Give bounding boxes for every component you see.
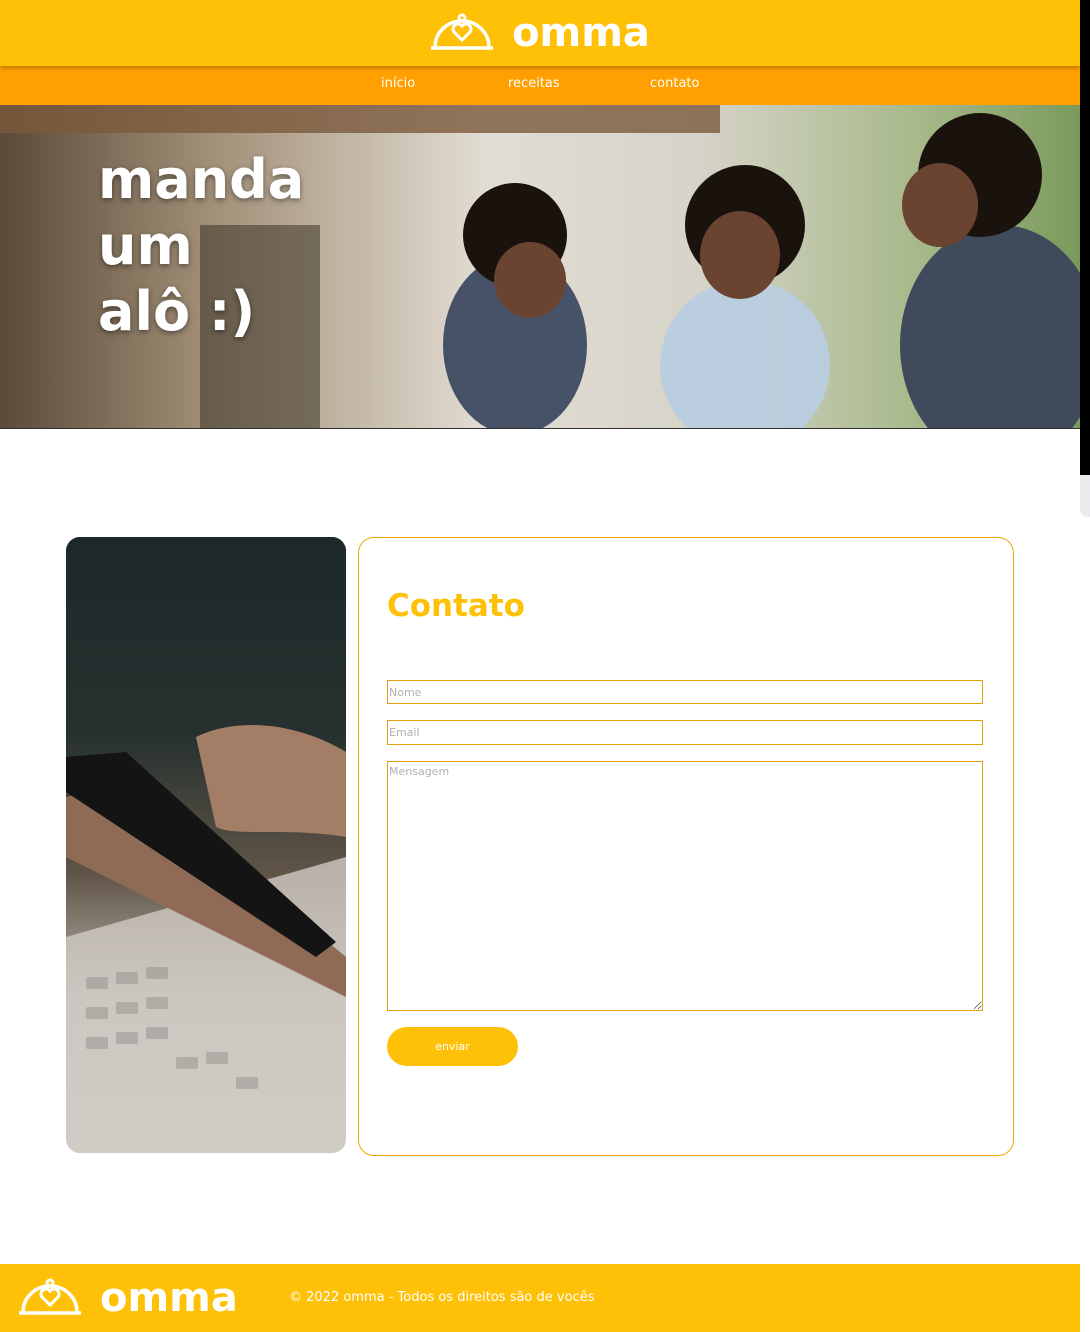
hero-title-line: manda xyxy=(98,148,305,211)
hero-title-line: alô :) xyxy=(98,280,256,343)
browser-edge xyxy=(1080,0,1090,475)
nav-item-contato[interactable]: contato xyxy=(650,76,699,91)
cloche-heart-icon xyxy=(431,13,494,50)
footer-logo[interactable]: omma xyxy=(18,1278,238,1318)
header-logo[interactable]: omma xyxy=(430,13,650,53)
hands-phone-laptop-photo xyxy=(66,537,346,1153)
nav-item-receitas[interactable]: receitas xyxy=(508,76,560,91)
nav-item-inicio[interactable]: início xyxy=(381,76,415,91)
form-title: Contato xyxy=(387,588,525,624)
email-field[interactable] xyxy=(387,720,983,745)
site-footer: omma © 2022 omma - Todos os direitos são… xyxy=(0,1264,1080,1332)
site-header: omma xyxy=(0,0,1080,66)
submit-button[interactable]: enviar xyxy=(387,1027,518,1066)
footer-brand-name: omma xyxy=(100,1275,238,1321)
contact-form-card: Contato enviar xyxy=(358,537,1014,1156)
hero-title-line: um xyxy=(98,214,193,277)
hero-title: manda um alô :) xyxy=(98,147,304,345)
main-nav: início receitas contato xyxy=(0,66,1080,105)
copyright-text: © 2022 omma - Todos os direitos são de v… xyxy=(289,1290,595,1305)
browser-edge-panel xyxy=(1080,475,1090,517)
cloche-heart-icon xyxy=(19,1278,81,1315)
brand-name: omma xyxy=(512,10,650,56)
hero-banner: manda um alô :) xyxy=(0,105,1080,429)
name-field[interactable] xyxy=(387,680,983,704)
contact-side-photo xyxy=(66,537,346,1153)
message-field[interactable] xyxy=(387,761,983,1011)
